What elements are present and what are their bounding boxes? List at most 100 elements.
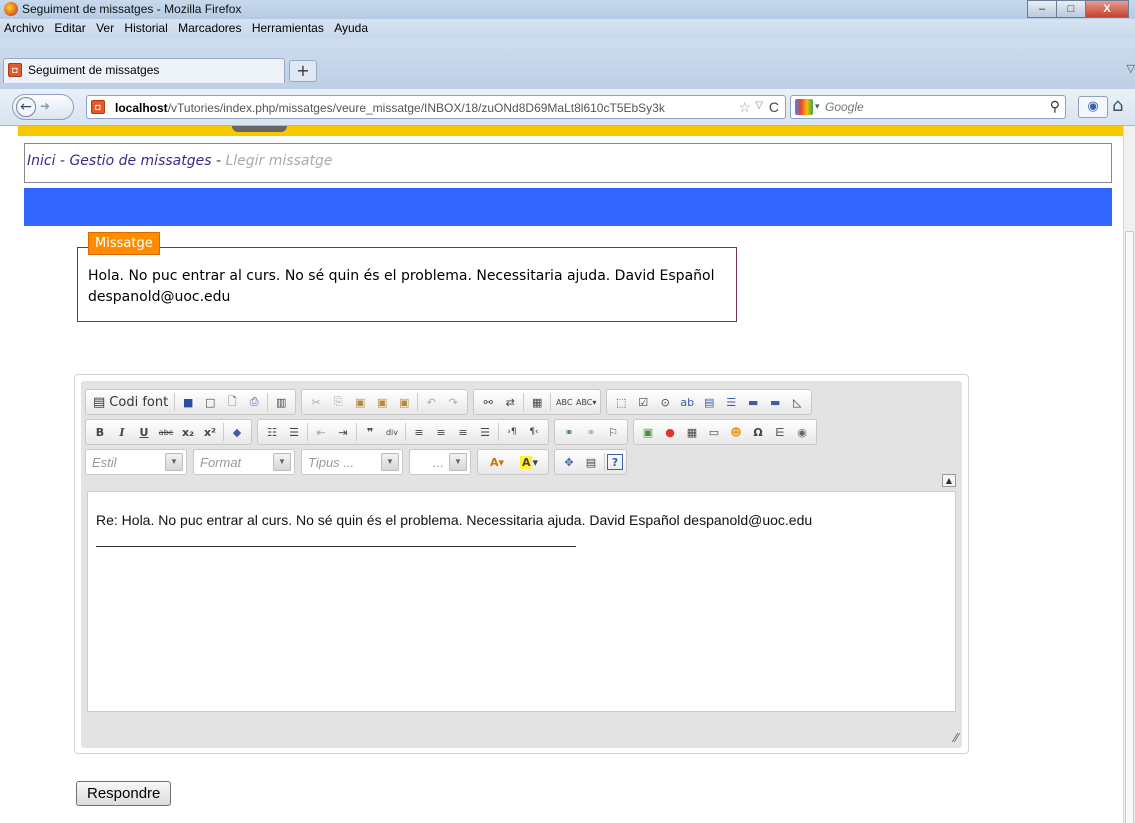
- horizontal-rule-icon[interactable]: ▭: [703, 421, 725, 443]
- source-button[interactable]: ▤ Codi font: [89, 391, 172, 413]
- show-blocks-icon[interactable]: ▤: [580, 451, 602, 473]
- blockquote-icon[interactable]: ❞: [359, 421, 381, 443]
- menu-herramientas[interactable]: Herramientas: [249, 19, 327, 37]
- scrollbar-thumb[interactable]: [1125, 231, 1134, 823]
- link-icon[interactable]: ⚭: [558, 421, 580, 443]
- menu-archivo[interactable]: Archivo: [1, 19, 47, 37]
- bulleted-list-icon[interactable]: ☰: [283, 421, 305, 443]
- paste-word-icon[interactable]: ▣: [393, 391, 415, 413]
- form-icon[interactable]: ⬚: [610, 391, 632, 413]
- bg-color-icon[interactable]: A ▾: [513, 451, 545, 473]
- create-div-icon[interactable]: div: [381, 421, 403, 443]
- minimize-button[interactable]: –: [1027, 0, 1057, 18]
- subscript-icon[interactable]: x₂: [177, 421, 199, 443]
- google-engine-icon[interactable]: [795, 99, 813, 115]
- addon-icon[interactable]: ◉: [1078, 96, 1108, 118]
- page-scrollbar[interactable]: [1123, 126, 1135, 823]
- print-icon[interactable]: ⎙: [243, 391, 265, 413]
- unlink-icon[interactable]: ⚭: [580, 421, 602, 443]
- align-right-icon[interactable]: ≡: [452, 421, 474, 443]
- find-icon[interactable]: ⚯: [477, 391, 499, 413]
- underline-icon[interactable]: U: [133, 421, 155, 443]
- menu-marcadores[interactable]: Marcadores: [175, 19, 244, 37]
- spellcheck-as-you-type-icon[interactable]: ABC▾: [575, 391, 597, 413]
- iframe-icon[interactable]: ◉: [791, 421, 813, 443]
- url-dropdown-icon[interactable]: ▽: [755, 100, 763, 111]
- bookmark-star-icon[interactable]: ☆: [738, 99, 751, 116]
- select-all-icon[interactable]: ▦: [526, 391, 548, 413]
- close-button[interactable]: X: [1085, 0, 1129, 18]
- toolbar-collapse-icon[interactable]: ▲: [942, 474, 956, 487]
- about-icon[interactable]: ?: [607, 454, 623, 470]
- page-break-icon[interactable]: ⋿: [769, 421, 791, 443]
- engine-dropdown-icon[interactable]: ▾: [815, 101, 820, 112]
- bold-icon[interactable]: B: [89, 421, 111, 443]
- italic-icon[interactable]: I: [111, 421, 133, 443]
- hidden-field-icon[interactable]: ◺: [786, 391, 808, 413]
- back-arrow-icon[interactable]: ←: [16, 97, 36, 117]
- text-color-icon[interactable]: A▾: [481, 451, 513, 473]
- reload-icon[interactable]: C: [769, 99, 779, 115]
- new-page-icon[interactable]: □: [199, 391, 221, 413]
- editor-content-area[interactable]: Re: Hola. No puc entrar al curs. No sé q…: [87, 491, 956, 712]
- strike-icon[interactable]: abc: [155, 421, 177, 443]
- align-center-icon[interactable]: ≡: [430, 421, 452, 443]
- format-combo[interactable]: Format ▼: [193, 449, 295, 475]
- copy-icon[interactable]: ⎘: [327, 391, 349, 413]
- ltr-icon[interactable]: ›¶: [501, 421, 523, 443]
- align-justify-icon[interactable]: ☰: [474, 421, 496, 443]
- cut-icon[interactable]: ✂: [305, 391, 327, 413]
- textarea-icon[interactable]: ▤: [698, 391, 720, 413]
- style-combo[interactable]: Estil ▼: [85, 449, 187, 475]
- site-identity-icon[interactable]: ◘: [91, 100, 105, 114]
- menu-ayuda[interactable]: Ayuda: [331, 19, 371, 37]
- image-button-icon[interactable]: ▬: [764, 391, 786, 413]
- rtl-icon[interactable]: ¶‹: [523, 421, 545, 443]
- home-icon[interactable]: ⌂: [1112, 95, 1123, 116]
- templates-icon[interactable]: ▥: [270, 391, 292, 413]
- menu-editar[interactable]: Editar: [51, 19, 88, 37]
- tab-scroll-icon[interactable]: ▽: [1127, 62, 1135, 75]
- search-input[interactable]: Google: [825, 100, 864, 114]
- url-bar[interactable]: ◘ localhost/vTutories/index.php/missatge…: [86, 95, 786, 119]
- checkbox-icon[interactable]: ☑: [632, 391, 654, 413]
- editor-content-text[interactable]: Re: Hola. No puc entrar al curs. No sé q…: [96, 512, 812, 528]
- paste-icon[interactable]: ▣: [349, 391, 371, 413]
- paste-text-icon[interactable]: ▣: [371, 391, 393, 413]
- superscript-icon[interactable]: x²: [199, 421, 221, 443]
- special-char-icon[interactable]: Ω: [747, 421, 769, 443]
- font-combo[interactable]: Tipus ... ▼: [301, 449, 403, 475]
- forward-arrow-icon[interactable]: ➜: [40, 99, 50, 113]
- reply-button[interactable]: Respondre: [76, 781, 172, 806]
- maximize-editor-icon[interactable]: ✥: [558, 451, 580, 473]
- resize-handle-icon[interactable]: ⁄⁄: [954, 731, 958, 745]
- remove-format-icon[interactable]: ◆: [226, 421, 248, 443]
- tab-seguiment[interactable]: ◘ Seguiment de missatges: [3, 58, 285, 83]
- breadcrumb-manage-link[interactable]: Gestio de missatges: [69, 153, 211, 169]
- breadcrumb-home-link[interactable]: Inici: [27, 153, 55, 169]
- search-icon[interactable]: ⚲: [1050, 98, 1060, 115]
- outdent-icon[interactable]: ⇤: [310, 421, 332, 443]
- anchor-flag-icon[interactable]: ⚐: [602, 421, 624, 443]
- url-text[interactable]: localhost/vTutories/index.php/missatges/…: [115, 101, 665, 115]
- spellcheck-icon[interactable]: ABC: [553, 391, 575, 413]
- indent-icon[interactable]: ⇥: [332, 421, 354, 443]
- button-field-icon[interactable]: ▬: [742, 391, 764, 413]
- save-icon[interactable]: ■: [177, 391, 199, 413]
- menu-historial[interactable]: Historial: [121, 19, 170, 37]
- replace-icon[interactable]: ⇄: [499, 391, 521, 413]
- flash-icon[interactable]: ●: [659, 421, 681, 443]
- search-bar[interactable]: ▾ Google ⚲: [790, 95, 1066, 119]
- image-icon[interactable]: ▣: [637, 421, 659, 443]
- textfield-icon[interactable]: ab: [676, 391, 698, 413]
- align-left-icon[interactable]: ≡: [408, 421, 430, 443]
- radio-icon[interactable]: ⊙: [654, 391, 676, 413]
- maximize-button[interactable]: □: [1056, 0, 1086, 18]
- menu-ver[interactable]: Ver: [93, 19, 117, 37]
- table-icon[interactable]: ▦: [681, 421, 703, 443]
- size-combo[interactable]: ... ▼: [409, 449, 471, 475]
- smiley-icon[interactable]: ☻: [725, 421, 747, 443]
- redo-icon[interactable]: ↷: [442, 391, 464, 413]
- undo-icon[interactable]: ↶: [420, 391, 442, 413]
- select-field-icon[interactable]: ☰: [720, 391, 742, 413]
